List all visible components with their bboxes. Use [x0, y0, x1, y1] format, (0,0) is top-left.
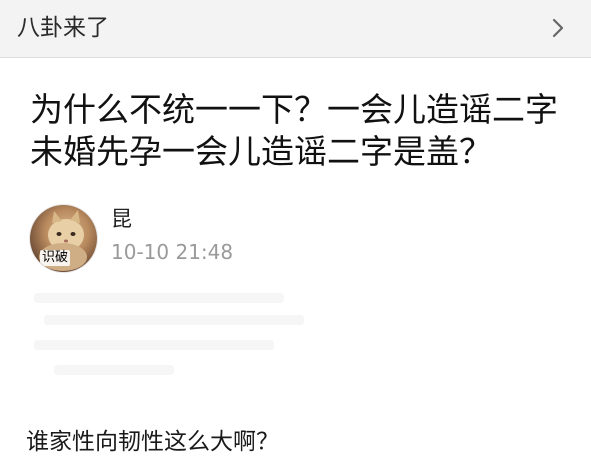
faded-content-area	[34, 285, 314, 395]
post-title: 为什么不统一一下？一会儿造谣二字 未婚先孕一会儿造谣二字是盖？	[30, 90, 558, 171]
avatar-caption: 识破	[40, 250, 71, 266]
top-bar[interactable]: 八卦来了	[0, 0, 591, 58]
chevron-right-icon[interactable]	[547, 17, 569, 39]
avatar[interactable]: 识破	[30, 205, 97, 272]
author-name[interactable]: 昆	[111, 205, 132, 233]
post-timestamp: 10-10 21:48	[111, 240, 234, 264]
comment-text: 谁家性向韧性这么大啊？	[26, 429, 279, 455]
page-title: 八卦来了	[17, 15, 109, 41]
